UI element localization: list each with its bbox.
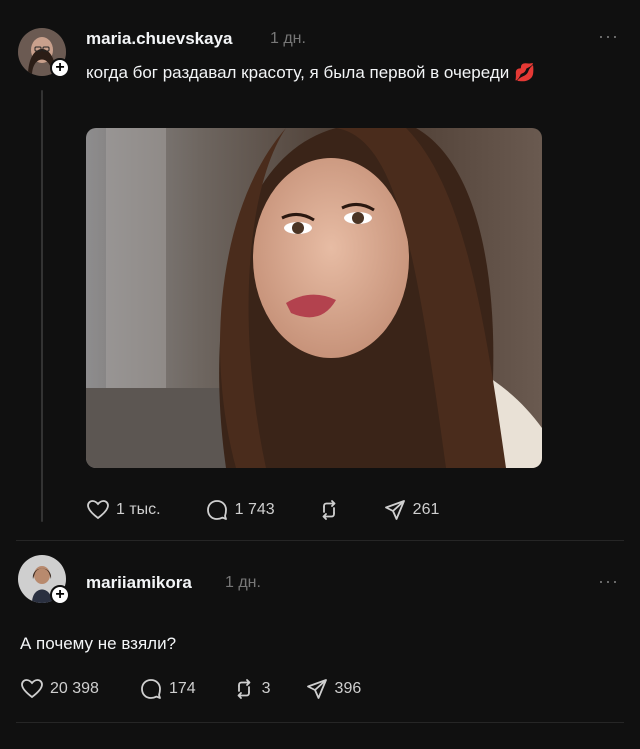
comment-bubble-icon	[206, 500, 227, 520]
like-button[interactable]: 20 398	[20, 677, 99, 701]
like-count: 20 398	[50, 680, 99, 697]
more-options-button[interactable]: ···	[598, 571, 619, 592]
share-button[interactable]: 396	[305, 677, 362, 701]
main-post: + maria.chuevskaya 1 дн. ··· когда бог р…	[0, 0, 640, 540]
heart-icon	[87, 500, 109, 520]
like-button[interactable]: 1 тыс.	[86, 498, 161, 522]
post-timestamp: 1 дн.	[270, 30, 306, 47]
post-username[interactable]: maria.chuevskaya	[86, 29, 233, 49]
post-actions: 1 тыс. 1 743 261	[86, 498, 439, 522]
comment-bubble-icon	[141, 679, 161, 699]
reply-post: + mariiamikora 1 дн. ··· А почему не взя…	[0, 545, 640, 735]
follow-plus-icon[interactable]: +	[50, 585, 70, 605]
thread-line	[41, 90, 43, 522]
reply-text: А почему не взяли?	[20, 634, 177, 653]
share-count: 396	[334, 680, 362, 697]
reply-username[interactable]: mariiamikora	[86, 573, 192, 593]
comment-button[interactable]: 1 743	[205, 498, 275, 522]
comment-button[interactable]: 174	[139, 677, 196, 701]
divider	[16, 540, 624, 541]
share-count: 261	[412, 501, 440, 518]
repost-count: 3	[261, 680, 271, 697]
repost-button[interactable]	[317, 498, 347, 522]
repost-icon	[237, 679, 251, 699]
post-text: когда бог раздавал красоту, я была перво…	[86, 63, 536, 82]
selfie-image	[86, 128, 542, 468]
send-icon	[384, 500, 405, 520]
reply-timestamp: 1 дн.	[225, 574, 261, 591]
follow-plus-icon[interactable]: +	[50, 58, 70, 78]
comment-count: 174	[168, 680, 196, 697]
share-button[interactable]: 261	[383, 498, 440, 522]
comment-count: 1 743	[234, 501, 275, 518]
send-icon	[306, 679, 327, 699]
repost-icon	[322, 500, 336, 520]
heart-icon	[21, 679, 43, 699]
like-count: 1 тыс.	[116, 501, 161, 518]
reply-actions: 20 398 174 3 396	[20, 677, 361, 701]
post-photo[interactable]	[86, 128, 542, 468]
more-options-button[interactable]: ···	[598, 26, 619, 47]
divider	[16, 722, 624, 723]
repost-button[interactable]: 3	[232, 677, 271, 701]
